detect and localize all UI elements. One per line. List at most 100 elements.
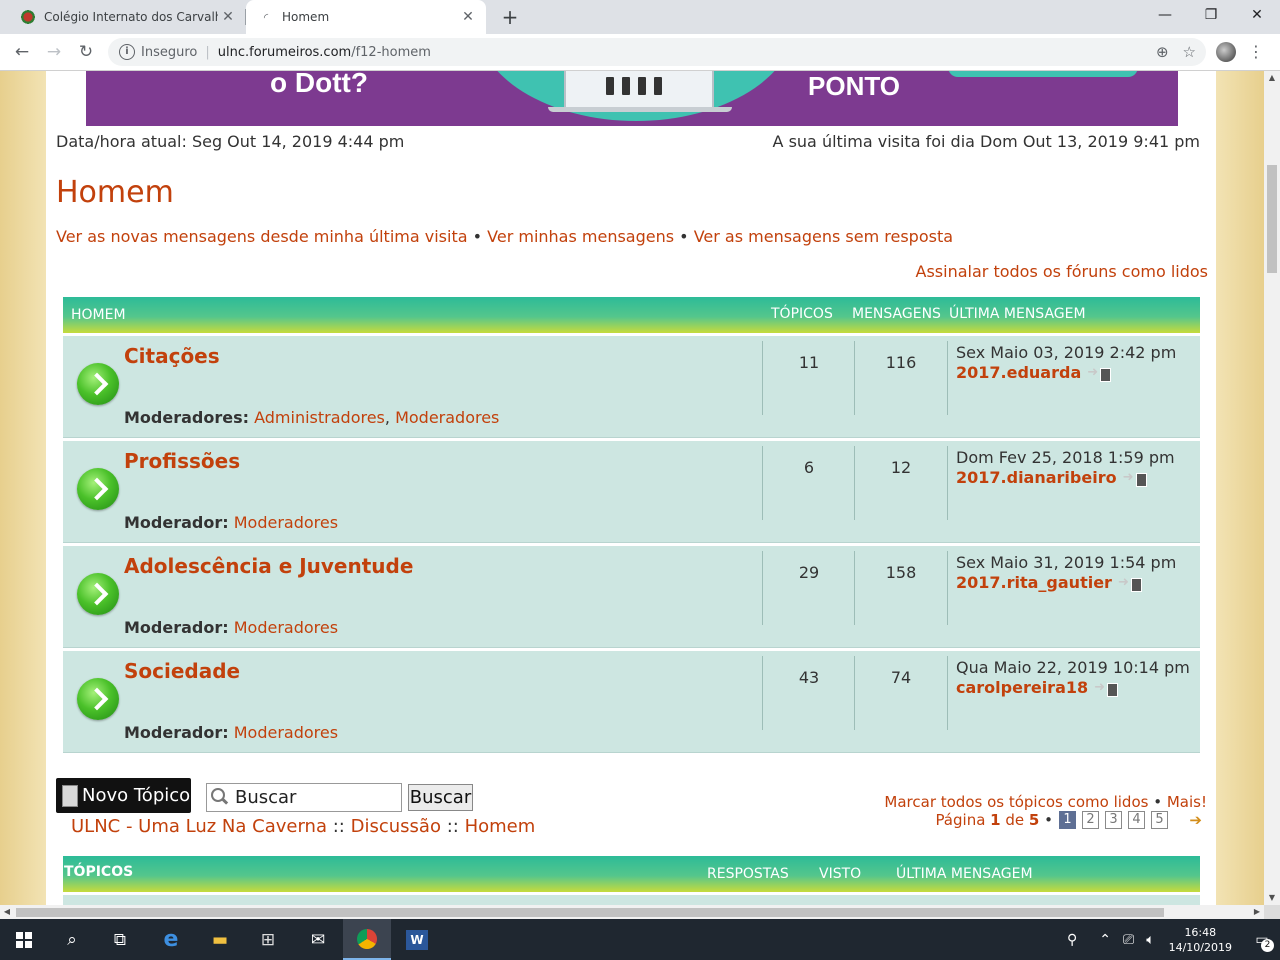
goto-last-post-icon[interactable] [1118,573,1142,593]
info-icon[interactable]: i [119,44,135,60]
edge-icon[interactable]: e [147,919,195,960]
zoom-icon[interactable]: ⊕ [1156,43,1169,61]
page-button[interactable]: 2 [1082,811,1099,829]
moderator-link[interactable]: Moderadores [395,408,499,427]
current-date: Data/hora atual: Seg Out 14, 2019 4:44 p… [56,132,405,151]
next-page-icon[interactable]: ➔ [1189,811,1202,829]
start-button[interactable] [0,919,48,960]
new-topic-button[interactable]: Novo Tópico [56,778,191,813]
banner-text-left: o Dott? [270,71,368,98]
moderators: Moderador: Moderadores [124,723,338,742]
scroll-right-icon[interactable]: ▶ [1250,905,1264,919]
clock[interactable]: 16:48 14/10/2019 [1169,925,1232,955]
word-icon[interactable]: W [393,919,441,960]
ad-banner[interactable]: o Dott? PONTO [86,71,1178,126]
back-arrow-icon[interactable]: ← [9,39,35,65]
page-button[interactable]: 4 [1128,811,1145,829]
forum-title-link[interactable]: Profissões [124,449,240,473]
unanswered-link[interactable]: Ver as mensagens sem resposta [694,227,953,246]
action-center-icon[interactable]: ▭ 2 [1244,919,1280,960]
file-explorer-icon[interactable]: ▬ [196,919,244,960]
more-link[interactable]: Mais! [1167,793,1207,811]
moderator-link[interactable]: Moderadores [234,513,338,532]
goto-last-post-icon[interactable] [1087,363,1112,383]
last-post: Qua Maio 22, 2019 10:14 pm carolpereira1… [956,658,1196,698]
search-button[interactable]: Buscar [408,784,473,811]
volume-icon[interactable]: 🔈︎ [1146,932,1154,948]
forward-arrow-icon[interactable]: → [41,39,67,65]
menu-dots-icon[interactable]: ⋮ [1248,40,1264,64]
last-post-date: Sex Maio 31, 2019 1:54 pm [956,553,1177,572]
scroll-down-icon[interactable]: ▼ [1264,891,1280,905]
horizontal-scrollbar[interactable]: ◀ ▶ [0,905,1264,919]
mark-all-forums-link[interactable]: Assinalar todos os fóruns como lidos [916,262,1208,281]
last-post: Sex Maio 31, 2019 1:54 pm 2017.rita_gaut… [956,553,1196,593]
posts-count: 74 [890,668,912,687]
forum-title-link[interactable]: Citações [124,344,220,368]
breadcrumb-item[interactable]: ULNC - Uma Luz Na Caverna [71,816,327,837]
scroll-thumb[interactable] [1267,165,1277,273]
topics-table-header: TÓPICOS RESPOSTAS VISTO ÚLTIMA MENSAGEM [63,856,1200,892]
close-tab-icon[interactable]: ✕ [218,9,238,25]
reload-icon[interactable]: ↻ [73,39,99,65]
posts-count: 158 [885,563,917,582]
moderator-label: Moderadores: [124,408,250,427]
address-bar[interactable]: i Inseguro | ulnc.forumeiros.com /f12-ho… [108,38,1206,66]
mail-icon[interactable]: ✉ [294,919,342,960]
my-posts-link[interactable]: Ver minhas mensagens [487,227,674,246]
forum-arrow-icon [77,363,119,405]
goto-last-post-icon[interactable] [1094,678,1119,698]
banner-button[interactable] [948,71,1138,77]
posts-count: 116 [885,353,917,372]
last-post-date: Sex Maio 03, 2019 2:42 pm [956,343,1177,362]
mark-topics-link[interactable]: Marcar todos os tópicos como lidos [884,793,1148,811]
cell-divider [947,446,948,520]
profile-avatar[interactable] [1216,42,1236,62]
store-icon[interactable]: ⊞ [244,919,292,960]
last-post-user-link[interactable]: 2017.dianaribeiro [956,468,1117,487]
scroll-up-icon[interactable]: ▲ [1264,71,1280,85]
scroll-left-icon[interactable]: ◀ [0,905,14,919]
breadcrumb: ULNC - Uma Luz Na Caverna :: Discussão :… [71,816,535,837]
minimize-icon[interactable]: — [1142,0,1188,30]
new-posts-link[interactable]: Ver as novas mensagens desde minha últim… [56,227,468,246]
people-icon[interactable]: ⚲ [1067,932,1077,948]
page-button[interactable]: 5 [1151,811,1168,829]
new-tab-button[interactable]: + [498,4,522,30]
loading-favicon-icon: ◜ [263,10,269,24]
last-post-user-link[interactable]: carolpereira18 [956,678,1088,697]
task-view-icon[interactable]: ⧉ [96,919,144,960]
mark-all-forums: Assinalar todos os fóruns como lidos [916,262,1208,281]
page-button[interactable]: 1 [1059,811,1076,829]
tab-colegio[interactable]: Colégio Internato dos Carvalhos ✕ [8,0,246,34]
page-button[interactable]: 3 [1105,811,1122,829]
moderator-link[interactable]: Moderadores [234,618,338,637]
vertical-scrollbar[interactable]: ▲ ▼ [1264,71,1280,905]
cell-divider [947,656,948,730]
windows-logo-icon [16,931,32,948]
close-window-icon[interactable]: ✕ [1234,0,1280,30]
close-tab-icon[interactable]: ✕ [458,9,478,25]
omnibox-icons: ⊕ ☆ [1156,43,1196,61]
search-icon[interactable]: ⌕ [48,919,96,960]
network-icon[interactable]: ⎚ [1123,932,1134,948]
last-post-user-link[interactable]: 2017.rita_gautier [956,573,1112,592]
header-views: VISTO [819,866,862,882]
browser-tab-bar: Colégio Internato dos Carvalhos ✕ ◜ Home… [0,0,1280,34]
moderator-link[interactable]: Administradores [254,408,385,427]
breadcrumb-item[interactable]: Homem [465,816,536,837]
chrome-icon[interactable] [343,919,391,960]
goto-last-post-icon[interactable] [1123,468,1147,488]
forum-title-link[interactable]: Adolescência e Juventude [124,554,413,578]
search-input[interactable]: Buscar [206,783,402,812]
show-hidden-icons-icon[interactable]: ⌃ [1099,932,1111,948]
breadcrumb-item[interactable]: Discussão [351,816,441,837]
last-post-user-link[interactable]: 2017.eduarda [956,363,1081,382]
bookmark-star-icon[interactable]: ☆ [1183,43,1196,61]
moderator-link[interactable]: Moderadores [234,723,338,742]
restore-icon[interactable]: ❐ [1188,0,1234,30]
tab-homem[interactable]: ◜ Homem ✕ [246,0,486,34]
scroll-thumb[interactable] [16,908,1164,917]
forum-title-link[interactable]: Sociedade [124,659,240,683]
page-current: 1 [990,811,1001,829]
